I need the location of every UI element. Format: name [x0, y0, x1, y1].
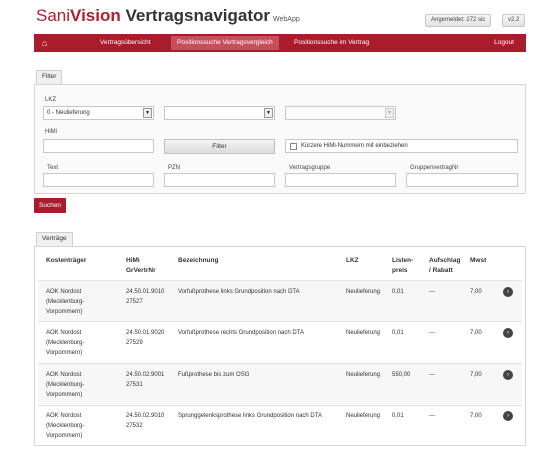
row-listenpreis: 550,00 — [392, 372, 411, 378]
row-kostentraeger: AOK Nordost (Mecklenburg- Vorpommern) — [46, 289, 85, 315]
user-status-button[interactable]: Angemeldet: 272 sic — [425, 14, 492, 27]
col-rabatt: / Rabatt — [429, 267, 453, 274]
row-bezeichnung: Sprunggelenksprothese links Grundpositio… — [178, 413, 322, 419]
col-aufschlag: Aufschlag — [429, 257, 461, 264]
col-himi: HiMi — [126, 257, 140, 264]
row-bezeichnung: Vorfußprothese rechts Grundposition nach… — [178, 330, 304, 336]
row-lkz: Neulieferung — [346, 289, 381, 295]
main-nav: ⌂ Vertragsübersicht Positionssuche Vertr… — [34, 34, 526, 52]
gruppenvertragnr-label: GruppenvertragNr — [410, 165, 459, 171]
chevron-down-icon: ▼ — [264, 108, 273, 118]
filter-panel: LKZ 0 - Neulieferung ▼ ▼ ▼ HiMi Filter K… — [34, 84, 526, 194]
filter-tab[interactable]: Filter — [36, 70, 63, 84]
himi-label: HiMi — [45, 129, 57, 135]
col-lkz: LKZ — [346, 257, 359, 264]
col-kostentraeger: Kostenträger — [46, 257, 87, 264]
row-divider — [38, 321, 522, 322]
vertraege-tab[interactable]: Verträge — [36, 232, 73, 246]
row-lkz: Neulieferung — [346, 330, 381, 336]
table-row[interactable] — [38, 364, 522, 404]
filter-button[interactable]: Filter — [164, 139, 275, 154]
row-aufschlag: --- — [429, 330, 435, 336]
logout-link[interactable]: Logout — [488, 34, 520, 52]
row-himi: 24.50.02.9010 27532 — [126, 413, 165, 429]
lkz-subselect-1[interactable]: ▼ — [164, 106, 275, 120]
nav-item-vertragsuebersicht[interactable]: Vertragsübersicht — [94, 34, 157, 52]
short-himi-checkbox-label: Kürzere HiMi-Nummern mit einbeziehen — [301, 143, 408, 149]
text-input[interactable] — [43, 173, 154, 187]
row-bezeichnung: Fußprothese bis zum OSG — [178, 372, 250, 378]
row-himi: 24.50.02.9001 27531 — [126, 372, 165, 388]
row-aufschlag: --- — [429, 413, 435, 419]
home-icon[interactable]: ⌂ — [36, 34, 53, 52]
col-bezeichnung: Bezeichnung — [178, 257, 219, 264]
chevron-down-icon: ▼ — [385, 108, 394, 118]
nav-item-positionssuche-im-vertrag[interactable]: Positionssuche im Vertrag — [288, 34, 375, 52]
col-listenpreis-2: preis — [392, 267, 408, 274]
app-title: SaniVision Vertragsnavigator WebApp — [36, 6, 300, 25]
row-divider — [38, 405, 522, 406]
row-aufschlag: --- — [429, 372, 435, 378]
pzn-input[interactable] — [164, 173, 275, 187]
app-header: SaniVision Vertragsnavigator WebApp Angem… — [0, 0, 560, 30]
lkz-label: LKZ — [45, 97, 57, 103]
row-kostentraeger: AOK Nordost (Mecklenburg- Vorpommern) — [46, 372, 85, 398]
gruppenvertragnr-input[interactable] — [406, 173, 518, 187]
row-kostentraeger: AOK Nordost (Mecklenburg- Vorpommern) — [46, 330, 85, 356]
lkz-subselect-2[interactable]: ▼ — [285, 106, 396, 120]
row-himi: 24.50.01.9020 27529 — [126, 330, 165, 346]
row-listenpreis: 0,01 — [392, 330, 404, 336]
chevron-down-icon: ▼ — [143, 108, 152, 118]
row-lkz: Neulieferung — [346, 372, 381, 378]
col-mwst: Mwst — [470, 257, 487, 264]
version-badge[interactable]: v2.2 — [502, 14, 526, 27]
row-mwst: 7,00 — [470, 330, 482, 336]
vertragsgruppe-input[interactable] — [285, 173, 396, 187]
row-kostentraeger: AOK Nordost (Mecklenburg- Vorpommern) — [46, 413, 85, 439]
chevron-right-icon[interactable]: › — [503, 287, 513, 297]
row-mwst: 7,00 — [470, 289, 482, 295]
row-bezeichnung: Vorfußprothese links Grundposition nach … — [178, 289, 300, 295]
short-himi-checkbox-row: Kürzere HiMi-Nummern mit einbeziehen — [285, 139, 518, 153]
row-listenpreis: 0,01 — [392, 413, 404, 419]
chevron-right-icon[interactable]: › — [503, 411, 513, 421]
short-himi-checkbox[interactable] — [290, 143, 297, 150]
search-button[interactable]: Suchen — [34, 198, 67, 213]
col-grvertrnr: GrVertrNr — [126, 267, 156, 274]
row-mwst: 7,00 — [470, 413, 482, 419]
nav-item-positionssuche-vertragsvergleich[interactable]: Positionssuche Vertragsvergleich — [171, 36, 279, 50]
row-mwst: 7,00 — [470, 372, 482, 378]
row-lkz: Neulieferung — [346, 413, 381, 419]
chevron-right-icon[interactable]: › — [503, 328, 513, 338]
app-subtitle: WebApp — [273, 16, 300, 23]
text-label: Text — [47, 165, 59, 171]
vertragsgruppe-label: Vertragsgruppe — [289, 165, 331, 171]
lkz-select[interactable]: 0 - Neulieferung ▼ — [43, 106, 154, 120]
chevron-right-icon[interactable]: › — [503, 370, 513, 380]
row-aufschlag: --- — [429, 289, 435, 295]
pzn-label: PZN — [168, 165, 180, 171]
col-listenpreis: Listen- — [392, 257, 414, 264]
row-listenpreis: 0,01 — [392, 289, 404, 295]
row-himi: 24.50.01.9010 27527 — [126, 289, 165, 305]
himi-input[interactable] — [43, 139, 154, 153]
